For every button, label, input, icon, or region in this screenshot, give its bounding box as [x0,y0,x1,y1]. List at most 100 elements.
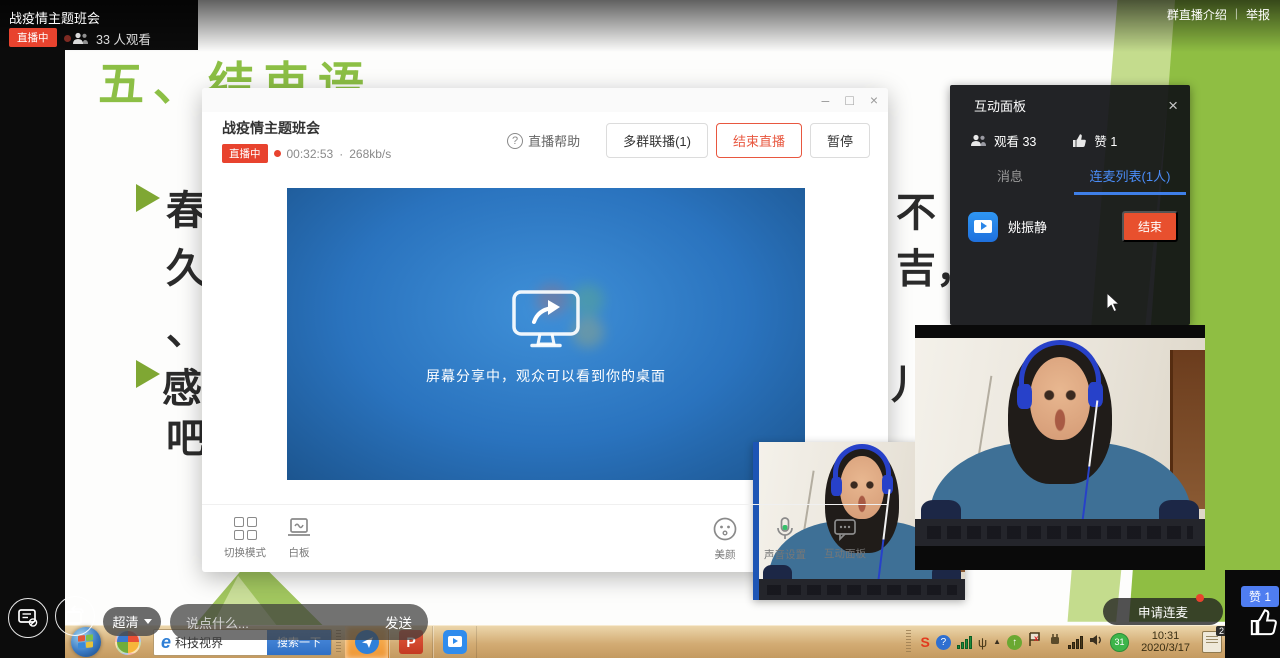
recording-dot-icon [274,150,281,157]
tray-clock[interactable]: 10:31 2020/3/17 [1135,630,1196,654]
window-close-button[interactable]: × [870,93,878,107]
client-toolbar: 切换模式 白板 美颜 [202,504,888,572]
rotate-screen-button[interactable] [55,596,95,636]
viewers-icon [970,134,987,147]
sogou-tray-icon[interactable]: S [921,635,930,649]
quality-label: 超清 [112,612,138,631]
slide-text-fragment: 吧 [166,406,206,464]
group-live-intro-link[interactable]: 群直播介绍 [1167,6,1227,23]
update-tray-icon[interactable]: ↑ [1007,635,1022,650]
webcam-video [915,338,1205,546]
stream-timer: 00:32:53 [287,147,334,161]
client-header: 战疫情主题班会 直播中 00:32:53 · 268kb/s ? 直播帮助 多群… [202,112,888,173]
volume-icon[interactable] [1089,633,1104,652]
panel-title: 互动面板 [974,96,1026,115]
screen-share-icon [510,288,582,355]
headphones-band [1019,340,1100,390]
grid-icon [234,517,257,540]
date-coin-icon[interactable]: 31 [1110,633,1129,652]
apply-mic-button[interactable]: 申请连麦 [1103,598,1223,625]
panel-like-label: 赞 1 [1094,131,1117,150]
quality-selector[interactable]: 超清 [103,607,161,636]
chat-input-placeholder[interactable]: 说点什么... [186,613,249,632]
action-center-flag-icon[interactable]: x [1028,632,1042,652]
live-badge: 直播中 [222,144,268,163]
desk-keyboard [915,519,1205,546]
slide-text-fragment: 久 [166,236,206,294]
stream-bitrate: 268kb/s [349,147,391,161]
presenter-webcam-large[interactable] [915,325,1205,570]
end-live-button[interactable]: 结束直播 [716,123,802,158]
chat-input-bar[interactable]: 说点什么... 发送 [170,604,428,640]
sticky-notes-icon[interactable]: 2 [1202,631,1222,653]
pause-button[interactable]: 暂停 [810,123,870,158]
smiley-icon [712,516,738,542]
panel-watch-stat: 观看 33 [970,131,1036,150]
client-header-left: 战疫情主题班会 直播中 00:32:53 · 268kb/s [222,118,391,163]
viewers-icon [72,32,89,45]
top-gradient [0,0,1280,52]
viewer-stream-title: 战疫情主题班会 [9,8,100,27]
live-help-link[interactable]: ? 直播帮助 [507,131,580,150]
help-tray-icon[interactable]: ? [936,635,951,650]
meta-separator: · [339,147,343,161]
slide-bullet-icon [136,184,160,212]
beauty-filter-button[interactable]: 美颜 [698,516,752,562]
tab-mic-list[interactable]: 连麦列表(1人) [1070,166,1190,195]
network-meter-icon[interactable] [957,635,972,649]
whiteboard-button[interactable]: 白板 [272,517,326,560]
windows-flag-icon [78,634,93,649]
switch-mode-button[interactable]: 切换模式 [218,517,272,560]
like-count-badge: 赞 1 [1241,586,1279,607]
thumb-up-icon [1250,608,1278,636]
taskbar-app-live[interactable] [433,626,477,658]
multi-group-broadcast-button[interactable]: 多群联播(1) [606,123,708,158]
wireless-antenna-icon[interactable]: ψ [978,636,987,649]
report-link[interactable]: 举报 [1246,6,1270,23]
member-avatar-tv-icon [968,212,998,242]
interaction-panel-button[interactable]: 互动面板 [818,517,872,561]
panel-like-stat: 赞 1 [1072,131,1117,150]
signal-bars-icon[interactable] [1068,635,1083,649]
window-minimize-button[interactable]: – [822,93,830,107]
screen-share-hint: 屏幕分享中，观众可以看到你的桌面 [287,366,805,386]
power-plug-icon[interactable] [1048,633,1062,652]
switch-mode-label: 切换模式 [224,545,266,560]
notification-dot-icon [1196,594,1204,602]
chevron-down-icon [144,619,152,624]
streaming-client-window: – □ × 战疫情主题班会 直播中 00:32:53 · 268kb/s ? 直… [202,88,888,572]
toggle-comments-button[interactable] [8,598,48,638]
panel-watch-label: 观看 33 [994,131,1036,150]
sound-settings-button[interactable]: 声音设置 [758,516,812,562]
tab-messages[interactable]: 消息 [950,166,1070,195]
slide-bullet-icon [136,360,160,388]
tray-time: 10:31 [1152,630,1180,642]
microphone-icon [773,516,797,542]
video-pillarbox [0,0,65,658]
question-circle-icon: ? [507,133,523,149]
panel-close-icon[interactable]: × [1168,97,1178,114]
viewer-count-label: 33 人观看 [96,29,151,48]
mic-list-item: 姚振静 结束 [950,195,1190,242]
send-button[interactable]: 发送 [385,612,412,632]
chat-bubble-icon [832,517,858,541]
slide-text-fragment: 、 [166,298,206,356]
interaction-panel-label: 互动面板 [824,546,866,561]
top-right-links: 群直播介绍 | 举报 [1167,6,1270,23]
client-titlebar[interactable]: – □ × [202,88,888,112]
slide-text-fragment: 不 [896,180,936,238]
like-button[interactable] [1250,608,1278,641]
screen: 五、结束语 春 久 、 感 吧 不 吉， 儿 e 科技视界 搜索一下 [0,0,1280,658]
stream-title: 战疫情主题班会 [222,118,391,138]
rotate-screen-icon [63,605,87,627]
end-mic-button[interactable]: 结束 [1122,211,1178,242]
screen-share-preview: 屏幕分享中，观众可以看到你的桌面 [287,188,805,480]
stream-status: 直播中 00:32:53 · 268kb/s [222,144,391,163]
sound-settings-label: 声音设置 [764,547,806,562]
slide-text-fragment: 春 [166,178,206,236]
beauty-filter-label: 美颜 [715,547,736,562]
viewer-live-badge: 直播中 [9,28,57,47]
interaction-panel: 互动面板 × 观看 33 赞 1 消息 连麦列表(1人 [950,85,1190,325]
hidden-icons-arrow[interactable]: ▲ [993,638,1001,646]
window-maximize-button[interactable]: □ [845,93,853,107]
